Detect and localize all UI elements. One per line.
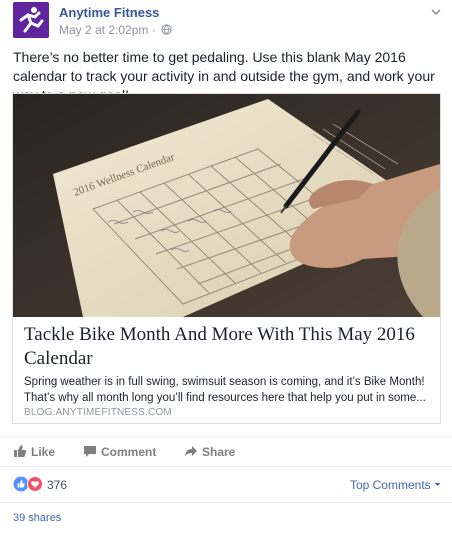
like-label: Like	[31, 445, 56, 459]
reactions-summary: 376 Top Comments	[13, 476, 441, 494]
page-avatar-logo[interactable]	[13, 2, 49, 38]
caret-down-icon	[434, 483, 441, 486]
link-preview-card[interactable]: 2016 Wellness Calendar Tackle Bike Month…	[12, 93, 441, 424]
like-button[interactable]: Like	[13, 443, 63, 461]
share-arrow-icon	[185, 446, 197, 456]
divider	[0, 466, 452, 467]
share-label: Share	[202, 445, 236, 459]
thumbs-up-icon	[14, 445, 27, 457]
top-comments-dropdown[interactable]: Top Comments	[350, 478, 441, 492]
link-description: Spring weather is in full swing, swimsui…	[24, 376, 426, 404]
share-button[interactable]: Share	[184, 443, 254, 461]
reaction-count[interactable]: 376	[47, 478, 67, 492]
love-reaction-icon	[27, 476, 43, 492]
post-actions-bar: Like Comment Share	[13, 443, 433, 461]
top-comments-label: Top Comments	[349, 478, 431, 492]
post-meta: May 2 at 2:02pm ·	[59, 23, 172, 37]
link-title[interactable]: Tackle Bike Month And More With This May…	[24, 323, 429, 371]
globe-icon[interactable]	[161, 24, 172, 35]
divider	[0, 502, 452, 503]
post-timestamp[interactable]: May 2 at 2:02pm	[59, 23, 148, 37]
divider	[0, 436, 452, 437]
post-header: Anytime Fitness May 2 at 2:02pm ·	[13, 2, 442, 38]
comment-bubble-icon	[84, 446, 96, 457]
chevron-down-icon[interactable]	[430, 6, 442, 18]
reaction-icons[interactable]	[13, 476, 47, 492]
comment-button[interactable]: Comment	[83, 443, 173, 461]
page-name-link[interactable]: Anytime Fitness	[59, 5, 159, 20]
calendar-photo[interactable]: 2016 Wellness Calendar	[13, 94, 440, 317]
facebook-post: Anytime Fitness May 2 at 2:02pm · There’…	[0, 0, 452, 533]
comment-label: Comment	[101, 445, 157, 459]
meta-separator: ·	[151, 23, 156, 37]
like-reaction-icon	[13, 476, 29, 492]
link-domain[interactable]: BLOG.ANYTIMEFITNESS.COM	[24, 407, 172, 418]
shares-count-link[interactable]: 39 shares	[13, 512, 61, 524]
